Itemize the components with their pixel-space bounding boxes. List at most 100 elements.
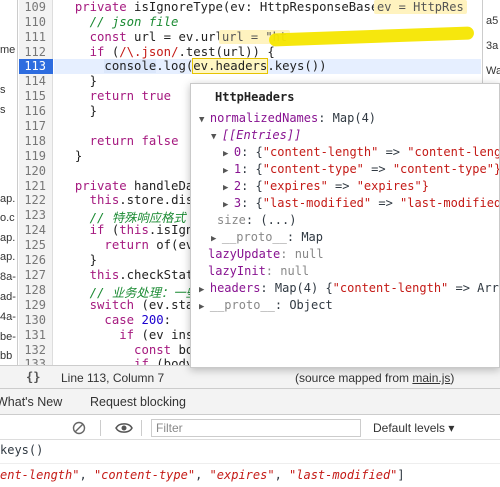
line-number[interactable]: 112 (24, 45, 46, 59)
tree-row-lazy-init[interactable]: lazyInit: null (208, 264, 309, 278)
line-number[interactable]: 119 (24, 149, 46, 163)
toolbar-divider (141, 420, 142, 436)
line-number[interactable]: 121 (24, 179, 46, 193)
collapsed-triangle-icon[interactable]: ▶ (223, 183, 234, 193)
right-panel-item[interactable]: Wa (486, 65, 500, 77)
code-line-127: this.checkStatus (89, 268, 209, 282)
console-result-line[interactable]: ent-length", "content-type", "expires", … (0, 468, 405, 482)
eye-icon[interactable] (115, 421, 133, 435)
tree-row-lazy-update[interactable]: lazyUpdate: null (208, 247, 324, 261)
code-line-126: } (89, 253, 98, 267)
line-number[interactable]: 129 (24, 298, 46, 312)
code-line-116: } (89, 104, 98, 118)
source-map-link[interactable]: main.js (412, 371, 450, 385)
tree-row-proto[interactable]: ▶ __proto__: Map (211, 230, 323, 244)
tree-row-entry[interactable]: ▶ 1: {"content-type" => "content-type"} (223, 162, 499, 176)
expanded-triangle-icon[interactable]: ▼ (211, 132, 222, 142)
line-number[interactable]: 115 (24, 89, 46, 103)
expanded-triangle-icon[interactable]: ▼ (199, 115, 210, 125)
code-line-118: return false (89, 134, 179, 148)
popover-title: HttpHeaders (215, 90, 295, 104)
code-line-112: if (/\.json/.test(url)) { (89, 45, 275, 59)
line-number[interactable]: 114 (24, 74, 46, 88)
file-tree-item[interactable]: o.c (0, 212, 15, 224)
console-output: keys() ent-length", "content-type", "exp… (0, 441, 500, 487)
file-tree-item[interactable]: ap. (0, 232, 15, 244)
line-number[interactable]: 127 (24, 268, 46, 282)
line-number[interactable]: 117 (24, 119, 46, 133)
console-separator (0, 463, 500, 464)
tree-row-entry[interactable]: ▶ 0: {"content-length" => "content-lengt… (223, 145, 499, 159)
line-number[interactable]: 132 (24, 343, 46, 357)
cursor-position: Line 113, Column 7 (61, 371, 165, 385)
line-number[interactable]: 125 (24, 238, 46, 252)
clear-console-icon[interactable] (72, 421, 86, 435)
collapsed-triangle-icon[interactable]: ▶ (223, 166, 234, 176)
file-tree-item[interactable]: bb (0, 350, 12, 362)
code-line-130: case 200: (104, 313, 172, 327)
file-tree-item[interactable]: ap. (0, 251, 15, 263)
console-toolbar: Filter Default levels ▾ (0, 416, 500, 440)
line-number[interactable]: 120 (24, 164, 46, 178)
file-tree-item[interactable]: ap. (0, 193, 15, 205)
source-map-info: (source mapped from main.js) (295, 371, 455, 385)
code-line-114: } (89, 74, 98, 88)
line-number[interactable]: 110 (24, 15, 46, 29)
right-panel-item: 3a (486, 40, 499, 52)
tree-row-entry[interactable]: ▶ 2: {"expires" => "expires"} (223, 179, 429, 193)
file-tree-item[interactable]: ad- (0, 291, 16, 303)
log-levels-dropdown[interactable]: Default levels ▾ (373, 421, 454, 435)
object-preview-popover[interactable]: HttpHeaders ▼ normalizedNames: Map(4) ▼ … (190, 83, 500, 368)
line-number[interactable]: 126 (24, 253, 46, 267)
collapsed-triangle-icon[interactable]: ▶ (199, 302, 210, 312)
hovered-expression[interactable]: ev.headers (192, 58, 269, 74)
file-tree-item[interactable]: 4a- (0, 311, 16, 323)
file-tree-item[interactable]: 8a- (0, 271, 16, 283)
tree-row-entries[interactable]: ▼ [[Entries]] (211, 128, 301, 142)
line-number[interactable]: 122 (24, 193, 46, 207)
collapsed-triangle-icon[interactable]: ▶ (211, 234, 222, 244)
editor-status-bar: {} Line 113, Column 7 (source mapped fro… (0, 365, 500, 389)
line-number-gutter[interactable]: 109 110 111 112 113 114 115 116 117 118 … (19, 0, 53, 371)
file-tree-item[interactable]: s (0, 104, 6, 116)
tree-row-entry[interactable]: ▶ 3: {"last-modified" => "last-modified" (223, 196, 499, 210)
line-number[interactable]: 131 (24, 328, 46, 342)
toolbar-divider (100, 420, 101, 436)
tree-row-size[interactable]: size: (...) (217, 213, 296, 227)
console-input-echo: keys() (0, 443, 44, 457)
code-line-122: this.store.dispa (89, 193, 209, 207)
code-line-110: // json file (89, 15, 179, 29)
line-number[interactable]: 128 (24, 283, 46, 297)
tree-row-proto-object[interactable]: ▶ __proto__: Object (199, 298, 333, 312)
file-tree-item[interactable]: s (0, 84, 6, 96)
file-tree-item[interactable]: me (0, 44, 15, 56)
line-number[interactable]: 109 (24, 0, 46, 14)
code-line-132: const body (134, 343, 208, 357)
tree-row-normalized-names[interactable]: ▼ normalizedNames: Map(4) (199, 111, 376, 125)
line-number[interactable]: 124 (24, 223, 46, 237)
code-line-109: private isIgnoreType(ev: HttpResponseBas… (74, 0, 401, 14)
line-number-active[interactable]: 113 (24, 59, 46, 73)
collapsed-triangle-icon[interactable]: ▶ (223, 200, 234, 210)
tab-request-blocking[interactable]: Request blocking (90, 395, 186, 409)
tab-whats-new[interactable]: What's New (0, 395, 62, 409)
code-line-119: } (74, 149, 83, 163)
code-line-115: return true (89, 89, 172, 103)
line-number[interactable]: 123 (24, 208, 46, 222)
line-number[interactable]: 130 (24, 313, 46, 327)
file-tree-panel: me s s ap. o.c ap. ap. 8a- ad- 4a- be- b… (0, 0, 18, 365)
pretty-print-button[interactable]: {} (26, 370, 40, 384)
code-line-121: private handleData (74, 179, 209, 193)
code-line-131: if (ev insta (119, 328, 209, 342)
line-number[interactable]: 116 (24, 104, 46, 118)
code-line-124: if (this.isIgnor (89, 223, 209, 237)
inline-value: ev = HttpRes (374, 0, 467, 14)
line-number[interactable]: 111 (24, 30, 46, 44)
console-filter-input[interactable]: Filter (151, 419, 361, 437)
tree-row-headers[interactable]: ▶ headers: Map(4) {"content-length" => A… (199, 281, 499, 295)
line-number[interactable]: 118 (24, 134, 46, 148)
collapsed-triangle-icon[interactable]: ▶ (223, 149, 234, 159)
file-tree-item[interactable]: be- (0, 331, 16, 343)
collapsed-triangle-icon[interactable]: ▶ (199, 285, 210, 295)
code-line-133: if (body & (134, 357, 209, 365)
